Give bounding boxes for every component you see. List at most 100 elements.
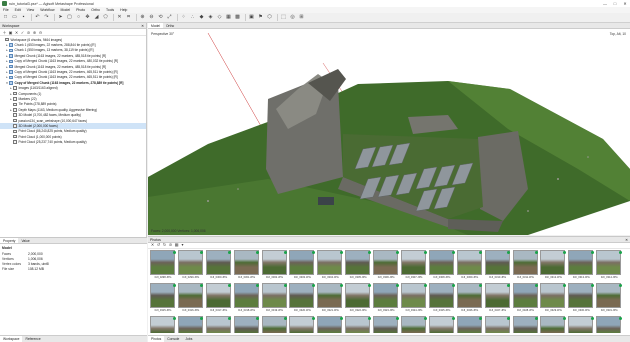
rotate-left-icon[interactable]: ↺ <box>156 243 161 248</box>
add-photos-icon[interactable]: ▣ <box>8 30 13 35</box>
photo-thumbnail[interactable]: DJI_0341.JPG <box>401 316 428 333</box>
photo-thumbnail[interactable]: DJI_0302.JPG <box>261 250 289 283</box>
menu-model[interactable]: Model <box>61 8 71 12</box>
photo-thumbnail[interactable]: DJI_0308.JPG <box>428 250 456 283</box>
menu-photo[interactable]: Photo <box>76 8 85 12</box>
photo-thumbnail[interactable]: DJI_0345.JPG <box>512 316 540 333</box>
photo-thumbnail[interactable]: DJI_0317.JPG <box>205 283 233 316</box>
photo-thumbnail[interactable]: DJI_0307.JPG <box>401 250 428 283</box>
minimize-button[interactable]: — <box>600 0 610 7</box>
remove-icon[interactable]: ✕ <box>14 30 19 35</box>
save-icon[interactable]: ▪ <box>20 14 27 21</box>
reset-view-icon[interactable]: ⟲ <box>157 14 164 21</box>
crop-selection-icon[interactable]: ⌗ <box>125 14 132 21</box>
photo-thumbnail[interactable]: DJI_0304.JPG <box>317 250 344 283</box>
photo-thumbnail[interactable]: DJI_0324.JPG <box>401 283 428 316</box>
markers-icon[interactable]: ⚑ <box>257 14 264 21</box>
photo-thumbnail[interactable]: DJI_0335.JPG <box>233 316 261 333</box>
delete-selection-icon[interactable]: ✕ <box>116 14 123 21</box>
rotate-right-icon[interactable]: ↻ <box>162 243 167 248</box>
photo-thumbnail[interactable]: DJI_0337.JPG <box>289 316 316 333</box>
rect-select-icon[interactable]: ▢ <box>66 14 73 21</box>
trackball-icon[interactable]: ◎ <box>289 14 296 21</box>
move-icon[interactable]: ✥ <box>84 14 91 21</box>
model-solid-icon[interactable]: ◈ <box>207 14 214 21</box>
menu-view[interactable]: View <box>27 8 35 12</box>
disable-icon[interactable]: ⊘ <box>26 30 31 35</box>
cameras-icon[interactable]: ▣ <box>248 14 255 21</box>
property-column-header[interactable]: Property <box>0 238 19 243</box>
remove-camera-icon[interactable]: ✕ <box>150 243 155 248</box>
photo-thumbnail[interactable]: DJI_0331.JPG <box>596 283 623 316</box>
photo-thumbnail[interactable]: DJI_0347.JPG <box>568 316 595 333</box>
tiled-model-icon[interactable]: ▩ <box>234 14 241 21</box>
photo-thumbnail[interactable]: DJI_0329.JPG <box>540 283 567 316</box>
photo-thumbnail[interactable]: DJI_0333.JPG <box>177 316 205 333</box>
tab-ortho[interactable]: Ortho <box>163 23 177 28</box>
fit-icon[interactable]: ⤢ <box>166 14 173 21</box>
model-shaded-icon[interactable]: ◆ <box>198 14 205 21</box>
model-textured-icon[interactable]: ▦ <box>225 14 232 21</box>
photo-thumbnail[interactable]: DJI_0299.JPG <box>177 250 205 283</box>
photo-thumbnail[interactable]: DJI_0321.JPG <box>317 283 344 316</box>
photo-thumbnail[interactable]: DJI_0342.JPG <box>428 316 456 333</box>
photo-thumbnail[interactable]: DJI_0305.JPG <box>345 250 372 283</box>
photo-thumbnail[interactable]: DJI_0330.JPG <box>568 283 595 316</box>
photo-thumbnail[interactable]: DJI_0315.JPG <box>150 283 177 316</box>
close-pane-icon[interactable]: ✕ <box>141 24 144 28</box>
menu-ortho[interactable]: Ortho <box>91 8 100 12</box>
photo-thumbnail[interactable]: DJI_0334.JPG <box>205 316 233 333</box>
3d-viewport[interactable]: Perspective 30° Top, Alt, 10 Faces: 2,00… <box>148 29 630 235</box>
reset-filter-icon[interactable]: ⊘ <box>168 243 173 248</box>
menu-help[interactable]: Help <box>120 8 127 12</box>
undo-icon[interactable]: ↶ <box>34 14 41 21</box>
photo-thumbnail[interactable]: DJI_0323.JPG <box>373 283 400 316</box>
tree-item-row[interactable]: Point Cloud (25,237,740 points, Medium q… <box>0 139 146 144</box>
tab-console[interactable]: Console <box>164 336 182 342</box>
tab-reference[interactable]: Reference <box>22 336 43 342</box>
zoom-in-icon[interactable]: ⊕ <box>32 30 37 35</box>
photo-thumbnail[interactable]: DJI_0314.JPG <box>596 250 623 283</box>
photo-thumbnail[interactable]: DJI_0328.JPG <box>512 283 540 316</box>
photo-thumbnail[interactable]: DJI_0340.JPG <box>373 316 400 333</box>
zoom-in-icon[interactable]: ⊕ <box>139 14 146 21</box>
new-icon[interactable]: □ <box>2 14 9 21</box>
menu-tools[interactable]: Tools <box>106 8 114 12</box>
ruler-icon[interactable]: ◢ <box>93 14 100 21</box>
photo-thumbnail[interactable]: DJI_0319.JPG <box>261 283 289 316</box>
menu-file[interactable]: File <box>3 8 9 12</box>
photo-thumbnail[interactable]: DJI_0339.JPG <box>345 316 372 333</box>
close-button[interactable]: ✕ <box>620 0 630 7</box>
photo-thumbnail[interactable]: DJI_0325.JPG <box>428 283 456 316</box>
photo-thumbnail[interactable]: DJI_0310.JPG <box>484 250 512 283</box>
photo-thumbnail[interactable]: DJI_0300.JPG <box>205 250 233 283</box>
add-chunk-icon[interactable]: ＋ <box>2 30 7 35</box>
photo-thumbnail[interactable]: DJI_0348.JPG <box>596 316 623 333</box>
photo-thumbnail[interactable]: DJI_0344.JPG <box>484 316 512 333</box>
photo-thumbnail[interactable]: DJI_0322.JPG <box>345 283 372 316</box>
value-column-header[interactable]: Value <box>18 238 32 243</box>
photo-thumbnail[interactable]: DJI_0311.JPG <box>512 250 540 283</box>
photo-thumbnail[interactable]: DJI_0306.JPG <box>373 250 400 283</box>
view-mode-icon[interactable]: ▦ <box>174 243 179 248</box>
photo-thumbnail[interactable]: DJI_0338.JPG <box>317 316 344 333</box>
redo-icon[interactable]: ↷ <box>43 14 50 21</box>
photo-thumbnail[interactable]: DJI_0313.JPG <box>568 250 595 283</box>
tab-jobs[interactable]: Jobs <box>182 336 195 342</box>
dropdown-icon[interactable]: ▾ <box>180 243 185 248</box>
draw-polygon-icon[interactable]: ⬠ <box>102 14 109 21</box>
circle-select-icon[interactable]: ○ <box>75 14 82 21</box>
shapes-icon[interactable]: ⬡ <box>266 14 273 21</box>
zoom-out-icon[interactable]: ⊖ <box>148 14 155 21</box>
zoom-out-icon[interactable]: ⊖ <box>38 30 43 35</box>
photo-thumbnail[interactable]: DJI_0327.JPG <box>484 283 512 316</box>
maximize-button[interactable]: □ <box>610 0 620 7</box>
close-pane-icon[interactable]: ✕ <box>625 238 628 242</box>
photo-thumbnail[interactable]: DJI_0303.JPG <box>289 250 316 283</box>
navigate-icon[interactable]: ➤ <box>57 14 64 21</box>
tie-points-icon[interactable]: ⁘ <box>180 14 187 21</box>
photo-thumbnail[interactable]: DJI_0326.JPG <box>456 283 484 316</box>
tab-model[interactable]: Model <box>148 23 163 28</box>
region-icon[interactable]: ⬚ <box>280 14 287 21</box>
menu-edit[interactable]: Edit <box>15 8 21 12</box>
